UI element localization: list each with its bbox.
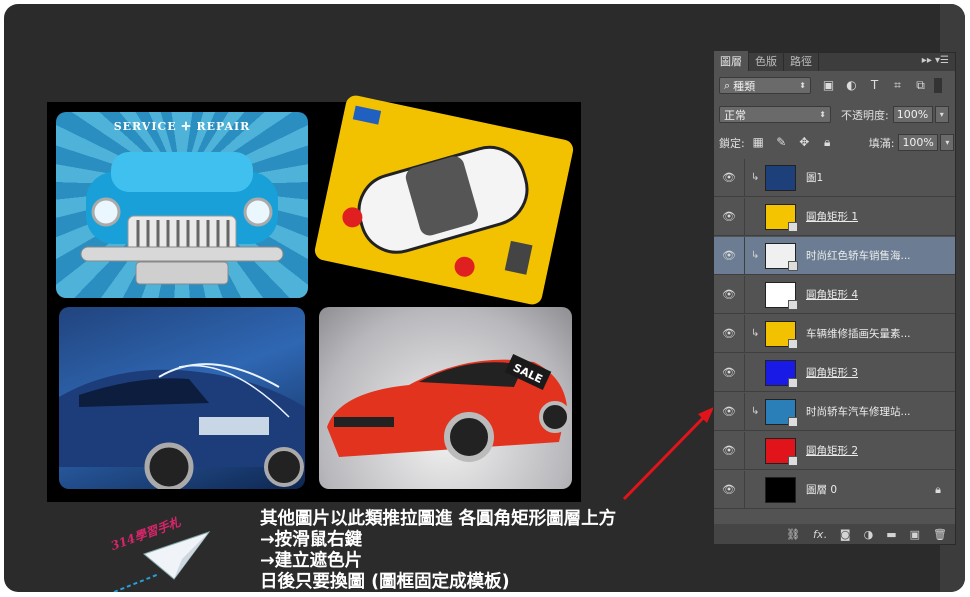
layer-row[interactable]: 👁︎ 圓角矩形 3 [714, 354, 955, 392]
visibility-eye-icon[interactable]: 👁︎ [714, 198, 745, 235]
updown-arrow-icon: ⬍ [819, 110, 826, 119]
layer-row[interactable]: 👁︎ ↳ 车辆维修插画矢量素... [714, 315, 955, 353]
adjustment-filter-icon[interactable]: ◐ [844, 79, 859, 92]
visibility-eye-icon[interactable]: 👁︎ [714, 393, 745, 430]
layer-row[interactable]: 👁︎ ↳ 圖1 [714, 159, 955, 197]
visibility-eye-icon[interactable]: 👁︎ [714, 159, 745, 196]
trash-icon[interactable]: 🗑︎ [933, 528, 947, 541]
layer-row[interactable]: 👁︎ 圓角矩形 4 [714, 276, 955, 314]
tab-layers[interactable]: 圖層 [714, 51, 749, 71]
layer-thumbnail [765, 281, 798, 310]
layer-row[interactable]: 👁︎ 圓角矩形 1 [714, 198, 955, 236]
smart-object-mark-icon [788, 416, 798, 427]
panel-bottom-toolbar: ⛓ fx. ◙ ◑ ▬ ▣ 🗑︎ [714, 524, 955, 544]
shape-mark-icon [788, 221, 798, 232]
layer-name: 圓角矩形 3 [806, 367, 859, 379]
instruction-line: →按滑鼠右鍵 [260, 530, 363, 550]
visibility-eye-icon[interactable]: 👁︎ [714, 237, 745, 274]
smart-object-mark-icon [788, 338, 798, 349]
layer-name: 时尚红色轿车销售海... [806, 250, 911, 262]
link-layers-icon[interactable]: ⛓ [786, 528, 800, 541]
layer-name: 车辆维修插画矢量素... [806, 328, 911, 340]
layer-thumbnail [765, 203, 798, 232]
layer-thumbnail [765, 242, 798, 271]
tab-channels[interactable]: 色版 [749, 51, 784, 71]
layer-thumbnail [765, 359, 798, 388]
visibility-eye-icon[interactable]: 👁︎ [714, 276, 745, 313]
smart-object-mark-icon [788, 260, 798, 271]
filter-kind-select[interactable]: ⌕ 種類 ⬍ [719, 77, 811, 94]
new-layer-icon[interactable]: ▣ [910, 528, 920, 541]
opacity-dropdown[interactable]: ▾ [934, 106, 949, 123]
visibility-eye-icon[interactable]: 👁︎ [714, 315, 745, 352]
layer-name: 圓角矩形 2 [806, 445, 859, 457]
panel-menu-icon[interactable]: ▸▸ ▾☰ [922, 55, 949, 66]
layers-panel: 圖層 色版 路徑 ▸▸ ▾☰ ⌕ 種類 ⬍ ▣ ◐ T ⌗ ⧉ 正常 ⬍ 不透明… [713, 51, 956, 545]
type-filter-icon[interactable]: T [867, 79, 882, 92]
fill-dropdown[interactable]: ▾ [940, 134, 955, 151]
layer-thumbnail [765, 164, 796, 191]
new-group-icon[interactable]: ▬ [886, 528, 896, 541]
opacity-input[interactable]: 100% [892, 106, 933, 123]
filter-kind-label: 種類 [733, 79, 756, 93]
search-icon: ⌕ [724, 78, 731, 92]
layer-row[interactable]: 👁︎ ↳ 时尚轿车汽车修理站... [714, 393, 955, 431]
shape-mark-icon [788, 455, 798, 466]
visibility-eye-icon[interactable]: 👁︎ [714, 354, 745, 391]
filter-toggle[interactable] [934, 78, 942, 93]
fill-label: 填滿: [868, 136, 895, 150]
instruction-line: 日後只要換圖 (圖框固定成模板) [260, 572, 510, 592]
updown-arrow-icon: ⬍ [799, 81, 806, 90]
lock-label: 鎖定: [719, 136, 745, 150]
clipping-arrow-icon: ↳ [751, 250, 760, 261]
visibility-eye-icon[interactable]: 👁︎ [714, 471, 745, 508]
add-mask-icon[interactable]: ◙ [840, 528, 851, 541]
blend-mode-select[interactable]: 正常 ⬍ [719, 106, 831, 123]
image-filter-icon[interactable]: ▣ [821, 79, 836, 92]
lock-transparent-icon[interactable]: ▦ [751, 136, 766, 149]
layer-name: 圓角矩形 1 [806, 211, 859, 223]
blend-mode-value: 正常 [724, 108, 746, 122]
instruction-text: 其他圖片以此類推拉圖進 各圓角矩形圖層上方 →按滑鼠右鍵 →建立遮色片 日後只要… [260, 509, 616, 592]
lock-row: 鎖定: ▦ ✎ ✥ 🔒︎ 填滿: 100% ▾ [719, 134, 955, 151]
layer-thumbnail [765, 437, 798, 466]
panel-tabbar: 圖層 色版 路徑 ▸▸ ▾☰ [714, 51, 955, 71]
layer-row-selected[interactable]: 👁︎ ↳ 时尚红色轿车销售海... [714, 237, 955, 275]
layer-name: 圖1 [806, 172, 824, 184]
clipping-arrow-icon: ↳ [751, 406, 760, 417]
fx-icon[interactable]: fx. [813, 528, 827, 541]
layer-thumbnail [765, 320, 798, 349]
instruction-line: 其他圖片以此類推拉圖進 各圓角矩形圖層上方 [260, 509, 617, 529]
smart-object-filter-icon[interactable]: ⧉ [913, 79, 928, 92]
visibility-eye-icon[interactable]: 👁︎ [714, 432, 745, 469]
lock-move-icon[interactable]: ✥ [797, 136, 812, 149]
clipping-arrow-icon: ↳ [751, 172, 760, 183]
layer-thumbnail [765, 398, 798, 427]
lock-all-icon[interactable]: 🔒︎ [820, 136, 835, 149]
shape-mark-icon [788, 377, 798, 388]
fill-input[interactable]: 100% [898, 134, 939, 151]
filter-row: ⌕ 種類 ⬍ ▣ ◐ T ⌗ ⧉ [719, 77, 955, 94]
adjustment-layer-icon[interactable]: ◑ [864, 528, 874, 541]
layer-row[interactable]: 👁︎ 圖層 0 🔒︎ [714, 471, 955, 509]
layer-name: 圖層 0 [806, 484, 838, 496]
clipping-arrow-icon: ↳ [751, 328, 760, 339]
layer-row[interactable]: 👁︎ 圓角矩形 2 [714, 432, 955, 470]
shape-filter-icon[interactable]: ⌗ [890, 79, 905, 92]
blend-row: 正常 ⬍ 不透明度: 100% ▾ [719, 106, 955, 123]
opacity-label: 不透明度: [841, 108, 889, 122]
layer-thumbnail [765, 476, 796, 503]
shape-mark-icon [788, 299, 798, 310]
lock-icon[interactable]: 🔒︎ [935, 483, 941, 497]
instruction-line: →建立遮色片 [260, 551, 363, 571]
layer-name: 圓角矩形 4 [806, 289, 859, 301]
tab-paths[interactable]: 路徑 [784, 51, 819, 71]
lock-paint-icon[interactable]: ✎ [774, 136, 789, 149]
layer-name: 时尚轿车汽车修理站... [806, 406, 911, 418]
